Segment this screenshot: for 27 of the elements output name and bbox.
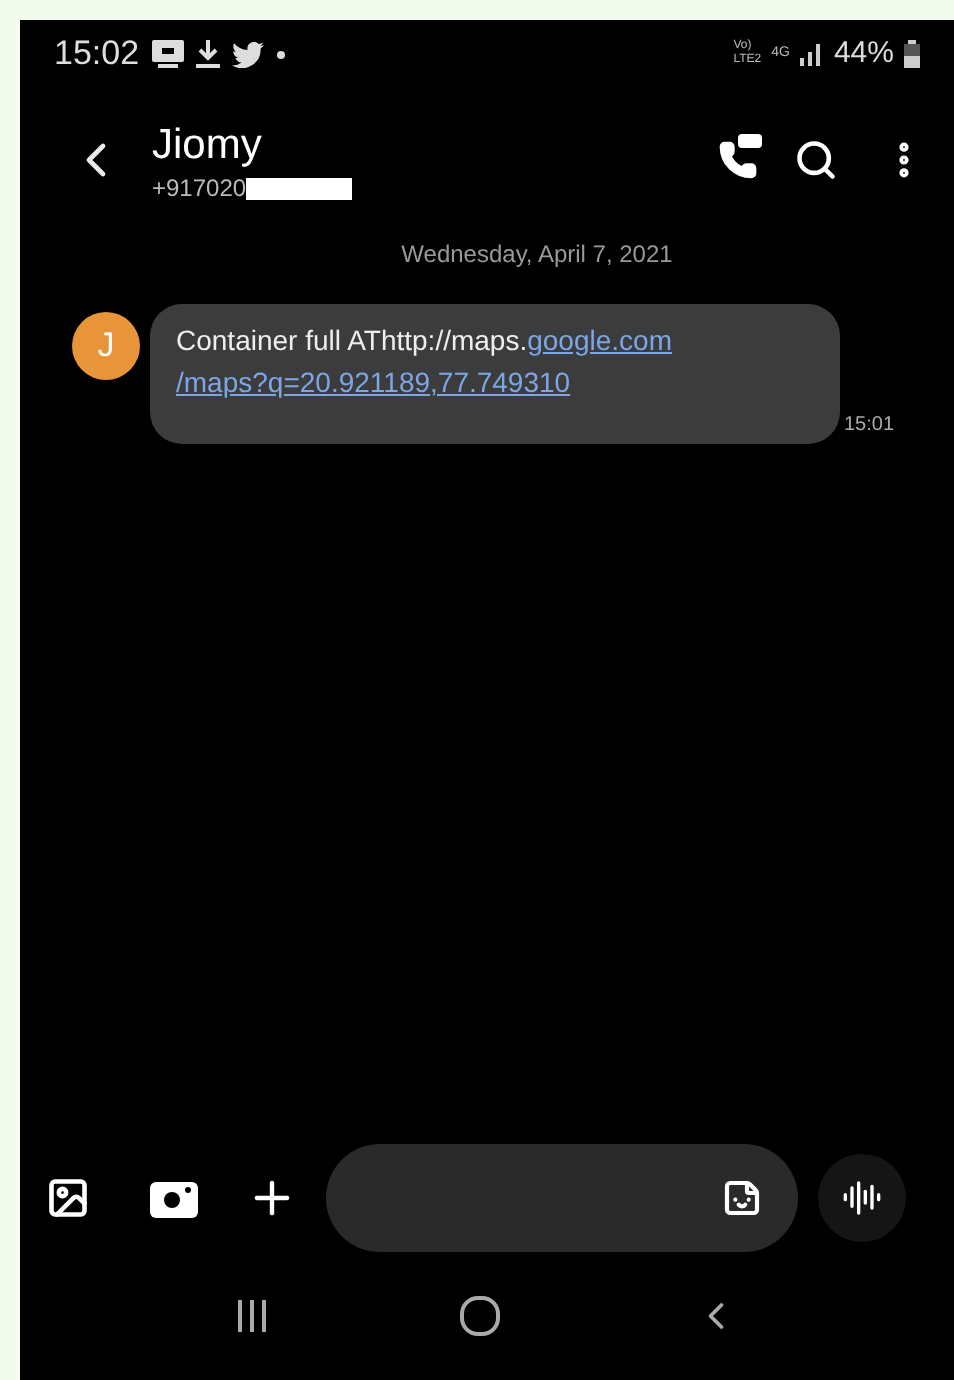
message-link[interactable]: /maps?q=20.921189,77.749310 <box>176 366 571 398</box>
date-divider: Wednesday, April 7, 2021 <box>401 238 673 272</box>
battery-icon <box>904 40 920 68</box>
sticker-icon[interactable] <box>722 1178 762 1218</box>
message-link[interactable]: google.com <box>527 324 672 356</box>
screen-icon <box>151 40 184 68</box>
hd-call-button[interactable] <box>718 140 758 180</box>
sound-wave-icon[interactable] <box>842 1178 882 1218</box>
status-time: 15:02 <box>54 32 140 77</box>
message-time: 15:01 <box>844 412 895 440</box>
redaction-bar <box>246 177 353 199</box>
download-icon <box>195 40 220 68</box>
recent-apps-button[interactable] <box>236 1298 269 1334</box>
message-text: Container full AThttp://maps. <box>176 324 528 356</box>
signal-icon <box>799 43 824 65</box>
bird-icon <box>231 41 264 67</box>
dot-icon <box>275 49 286 59</box>
phone-number: +917020 <box>152 172 247 206</box>
camera-button[interactable] <box>150 1178 198 1218</box>
gallery-button[interactable] <box>46 1176 90 1220</box>
contact-avatar: J <box>72 312 140 380</box>
voice-button[interactable] <box>818 1154 906 1242</box>
message-input-field[interactable] <box>326 1144 798 1252</box>
contact-name: Jiomy <box>152 122 264 170</box>
home-button[interactable] <box>460 1296 501 1336</box>
battery-percent: 44% <box>833 33 894 74</box>
search-button[interactable] <box>794 138 838 182</box>
